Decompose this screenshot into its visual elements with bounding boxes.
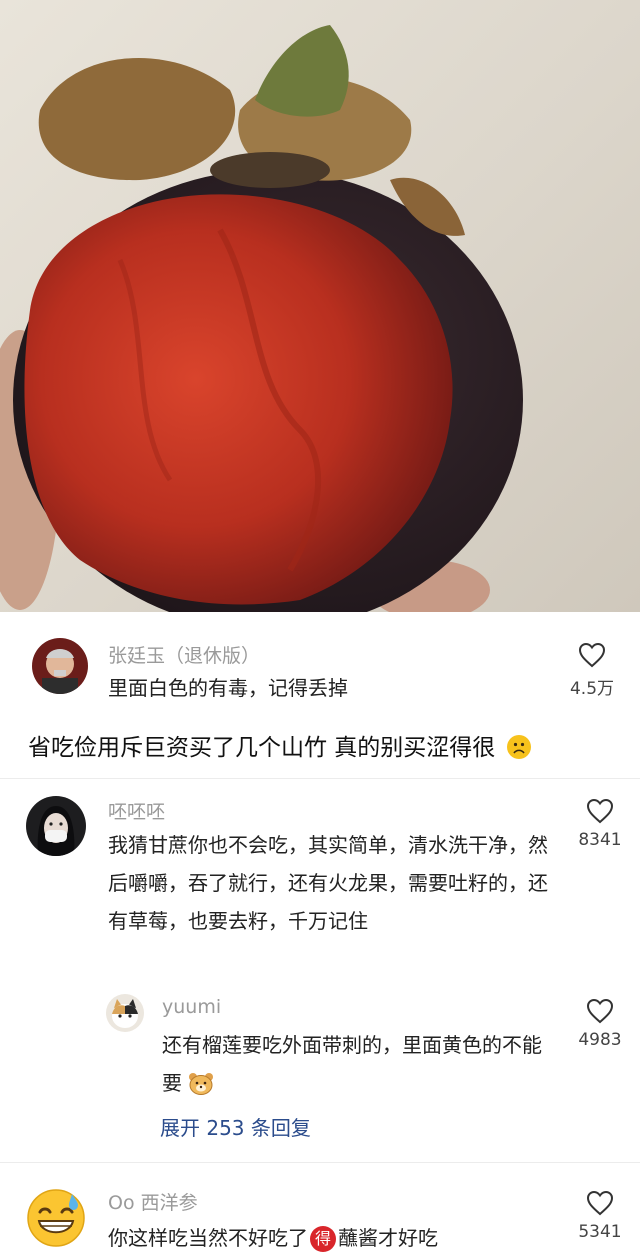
bear-face-icon [188, 1069, 214, 1107]
comment-username[interactable]: 张廷玉（退休版） [108, 641, 260, 668]
like-count: 4983 [578, 1030, 622, 1050]
avatar[interactable] [32, 638, 88, 694]
heart-icon [586, 798, 614, 824]
frowning-face-icon [506, 735, 531, 759]
comment-text-after: 蘸酱才好吃 [338, 1226, 438, 1250]
comment-text: 里面白色的有毒，记得丢掉 [108, 676, 348, 700]
grinning-sweat-emoji-avatar [27, 1189, 85, 1247]
avatar[interactable] [106, 994, 144, 1032]
reply-username[interactable]: yuumi [162, 996, 221, 1018]
like-count: 4.5万 [569, 679, 615, 699]
comment-username[interactable]: 呸呸呸 [108, 797, 165, 824]
avatar[interactable] [26, 1188, 86, 1248]
de-badge-icon: 得 [310, 1226, 336, 1252]
cat-avatar [106, 994, 144, 1032]
mangosteen-photo [0, 25, 523, 612]
reply-text: 还有榴莲要吃外面带刺的，里面黄色的不能要 [162, 1026, 542, 1107]
like-count: 8341 [578, 830, 622, 850]
heart-icon [586, 1190, 614, 1216]
comment-text: 我猜甘蔗你也不会吃，其实简单，清水洗干净，然后嚼嚼，吞了就行，还有火龙果，需要吐… [108, 833, 548, 933]
like-button[interactable]: 4983 [570, 998, 630, 1050]
heart-icon [586, 998, 614, 1024]
divider [0, 778, 640, 779]
comment-username[interactable]: Oo 西洋参 [108, 1188, 198, 1215]
like-button[interactable]: 8341 [570, 798, 630, 850]
elderly-man-avatar [32, 638, 88, 694]
expand-replies-link[interactable]: 展开 253 条回复 [160, 1112, 311, 1141]
caption-text: 省吃俭用斥巨资买了几个山竹 真的别买涩得很 [28, 735, 496, 761]
like-count: 5341 [578, 1222, 622, 1242]
reply-text-content: 还有榴莲要吃外面带刺的，里面黄色的不能要 [162, 1033, 542, 1095]
divider [0, 1162, 640, 1163]
post-caption: 省吃俭用斥巨资买了几个山竹 真的别买涩得很 [28, 728, 531, 762]
comment-text: 你这样吃当然不好吃了得蘸酱才好吃 [108, 1218, 558, 1258]
avatar[interactable] [26, 796, 86, 856]
comment-text-before: 你这样吃当然不好吃了 [108, 1226, 308, 1250]
masked-girl-avatar [26, 796, 86, 856]
heart-icon [578, 642, 606, 668]
post-image[interactable] [0, 0, 640, 612]
like-button[interactable]: 5341 [570, 1190, 630, 1242]
like-button[interactable]: 4.5万 [562, 642, 622, 699]
